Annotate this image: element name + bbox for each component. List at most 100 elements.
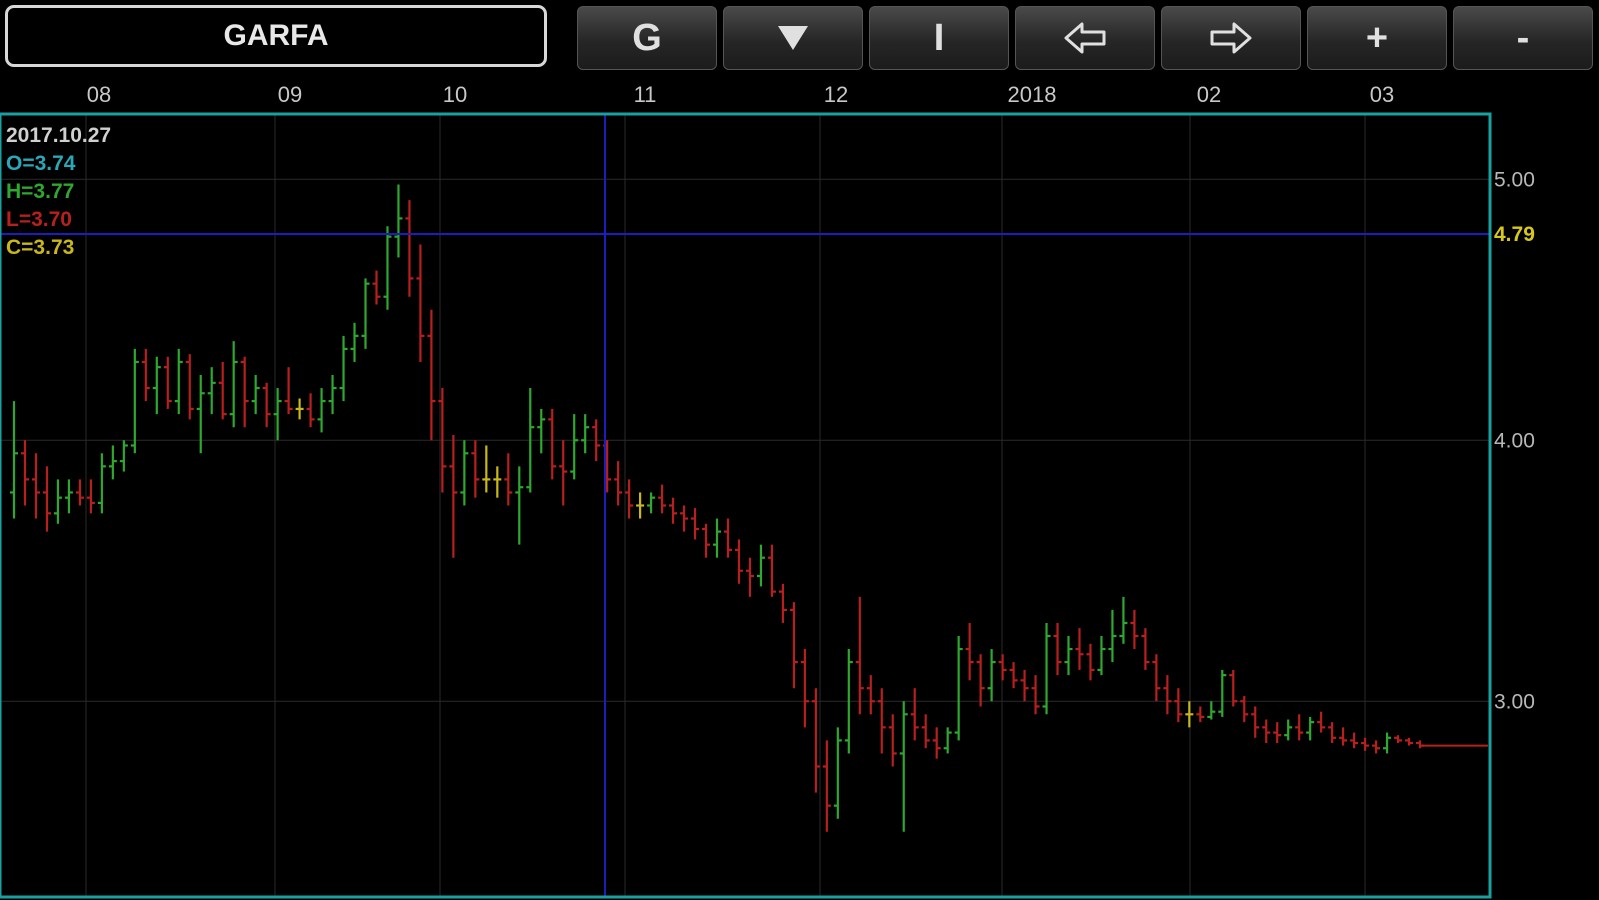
- ohlc-bar: [284, 367, 293, 415]
- ohlc-bar: [306, 393, 315, 428]
- ohlc-bar: [1086, 643, 1095, 681]
- ohlc-bar: [317, 388, 326, 433]
- ohlc-bar: [745, 557, 754, 597]
- ohlc-bar: [482, 445, 491, 493]
- ohlc-bar: [987, 649, 996, 702]
- ohlc-bar: [31, 453, 40, 519]
- ohlc-bar: [1339, 727, 1348, 746]
- ohlc-bar: [614, 461, 623, 506]
- ohlc-bar: [855, 596, 864, 715]
- ohlc-bar: [10, 401, 18, 519]
- ohlc-bar: [1119, 596, 1128, 644]
- ohlc-bar: [822, 740, 831, 832]
- ohlc-bar: [427, 309, 436, 441]
- ohlc-bar: [1097, 636, 1106, 676]
- ohlc-bar: [1075, 628, 1084, 670]
- ohlc-bar: [504, 453, 513, 506]
- ohlc-bar: [976, 654, 985, 707]
- low-value: L=3.70: [6, 208, 72, 231]
- ohlc-bar: [240, 356, 249, 428]
- ohlc-bar: [723, 518, 732, 558]
- ohlc-bar: [174, 348, 183, 415]
- price-tick-label: 5.00: [1494, 168, 1535, 191]
- ohlc-bar: [680, 505, 689, 532]
- price-tick-label: 4.00: [1494, 429, 1535, 452]
- ohlc-bar: [1383, 732, 1392, 754]
- open-value: O=3.74: [6, 152, 76, 175]
- ohlc-bar: [833, 727, 842, 819]
- ohlc-bar: [1163, 675, 1172, 715]
- ohlc-bar: [767, 544, 776, 597]
- ohlc-bar: [1361, 737, 1370, 751]
- ohlc-readout: 2017.10.27 O=3.74 H=3.77 L=3.70 C=3.73: [6, 122, 111, 262]
- ohlc-bar: [954, 636, 963, 741]
- ohlc-bar: [1185, 701, 1194, 728]
- ohlc-bar: [669, 497, 678, 524]
- ohlc-bar: [570, 414, 579, 480]
- ohlc-bar: [636, 492, 645, 519]
- ohlc-bar: [625, 479, 634, 519]
- ohlc-bar: [910, 688, 919, 741]
- ohlc-bar: [691, 508, 700, 540]
- ohlc-bar: [75, 479, 84, 506]
- ohlc-bar: [1042, 622, 1051, 715]
- ohlc-bar: [295, 398, 304, 420]
- ohlc-bar: [394, 184, 403, 258]
- ohlc-bar: [702, 523, 711, 558]
- ohlc-bar: [383, 226, 392, 310]
- ohlc-bar: [932, 727, 941, 759]
- price-chart[interactable]: 5.00 4.00 3.00 4.79: [0, 0, 1599, 900]
- price-tick-label: 3.00: [1494, 690, 1535, 713]
- ohlc-bar: [1416, 740, 1424, 749]
- ohlc-bar: [339, 335, 348, 402]
- ohlc-bar: [1174, 688, 1183, 723]
- ohlc-bar: [789, 602, 798, 689]
- ohlc-bar: [372, 270, 381, 305]
- ohlc-bar: [943, 727, 952, 754]
- ohlc-bar: [42, 466, 51, 532]
- ohlc-bar: [647, 492, 656, 514]
- ohlc-bar: [163, 356, 172, 409]
- ohlc-bar: [196, 375, 205, 454]
- high-value: H=3.77: [6, 180, 75, 203]
- ohlc-bar: [1240, 696, 1249, 723]
- ohlc-bar: [713, 518, 721, 558]
- ohlc-bar: [1064, 636, 1073, 676]
- ohlc-bar: [1284, 719, 1293, 741]
- ohlc-bar: [1295, 714, 1304, 741]
- ohlc-bar: [548, 408, 557, 480]
- ohlc-bar: [1020, 669, 1029, 702]
- ohlc-bar: [998, 654, 1007, 681]
- ohlc-bar: [965, 622, 974, 681]
- ohlc-bar: [921, 714, 930, 749]
- ohlc-bar: [251, 375, 260, 415]
- ohlc-bar: [416, 244, 425, 362]
- ohlc-bar: [460, 440, 469, 506]
- plot-frame: [0, 112, 1492, 899]
- ohlc-bar: [20, 440, 29, 506]
- ohlc-bar: [1273, 722, 1282, 744]
- ohlc-bar: [734, 539, 743, 584]
- ohlc-bar: [1350, 732, 1359, 749]
- ohlc-bar: [152, 356, 161, 415]
- ohlc-bar: [1262, 719, 1271, 744]
- ohlc-bar: [229, 341, 238, 428]
- ohlc-bar: [1009, 662, 1018, 689]
- ohlc-bar: [1031, 675, 1040, 715]
- ohlc-bar: [1251, 706, 1260, 738]
- ohlc-bar: [141, 348, 150, 402]
- ohlc-bar: [97, 453, 106, 514]
- ohlc-bar: [866, 675, 875, 715]
- ohlc-bar: [207, 367, 216, 415]
- ohlc-bar: [1053, 622, 1062, 676]
- ohlc-bar: [1141, 628, 1150, 670]
- close-value: C=3.73: [6, 236, 75, 259]
- ohlc-bar: [658, 484, 667, 514]
- ohlc-bar: [1306, 716, 1315, 741]
- ohlc-bar: [877, 688, 886, 754]
- ohlc-bar: [130, 348, 139, 454]
- ohlc-bar: [756, 544, 765, 587]
- ohlc-bar: [86, 479, 95, 514]
- ohlc-bar: [537, 408, 546, 454]
- crosshair: [0, 114, 1490, 897]
